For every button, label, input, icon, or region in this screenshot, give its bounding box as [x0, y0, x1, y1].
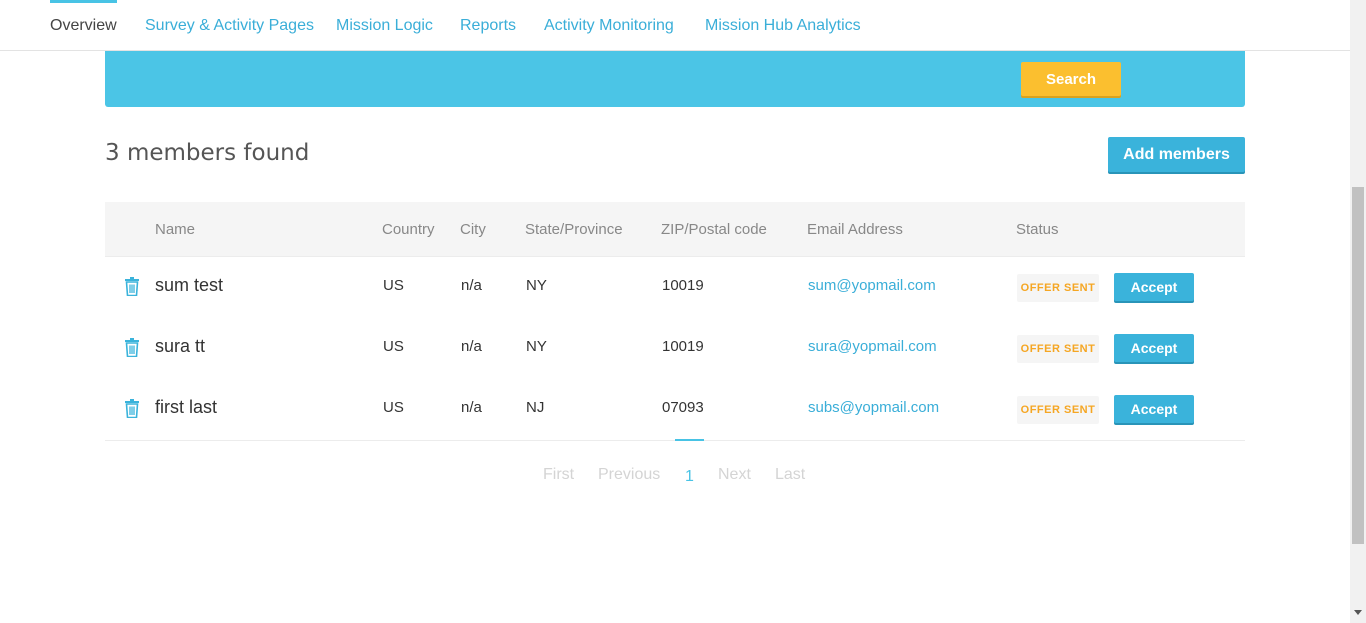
- member-zip: 10019: [662, 277, 704, 294]
- table-header: Name Country City State/Province ZIP/Pos…: [105, 202, 1245, 257]
- member-state: NJ: [526, 399, 545, 416]
- member-country: US: [383, 338, 404, 355]
- member-state: NY: [526, 277, 547, 294]
- accept-button[interactable]: Accept: [1114, 395, 1194, 423]
- table-row: first last US n/a NJ 07093 subs@yopmail.…: [105, 379, 1245, 440]
- member-zip: 07093: [662, 399, 704, 416]
- member-city: n/a: [461, 277, 482, 294]
- page-current[interactable]: 1: [685, 468, 694, 486]
- search-panel: Search: [105, 51, 1245, 107]
- page-last-link[interactable]: Last: [775, 466, 805, 484]
- trash-icon[interactable]: [124, 399, 140, 418]
- member-email-link[interactable]: sura@yopmail.com: [808, 338, 937, 355]
- page-first-link[interactable]: First: [543, 466, 574, 484]
- vertical-scrollbar[interactable]: [1350, 0, 1366, 623]
- column-header-zip[interactable]: ZIP/Postal code: [661, 202, 767, 257]
- member-name: first last: [155, 397, 218, 417]
- member-country: US: [383, 277, 404, 294]
- member-city: n/a: [461, 338, 482, 355]
- column-header-country[interactable]: Country: [382, 202, 435, 257]
- member-name: sura tt: [155, 336, 206, 356]
- tab-mission-hub-analytics[interactable]: Mission Hub Analytics: [705, 0, 861, 51]
- status-badge: OFFER SENT: [1017, 396, 1099, 424]
- search-button[interactable]: Search: [1021, 62, 1121, 96]
- trash-icon[interactable]: [124, 338, 140, 357]
- tab-reports[interactable]: Reports: [460, 0, 516, 51]
- member-city: n/a: [461, 399, 482, 416]
- accept-button[interactable]: Accept: [1114, 334, 1194, 362]
- member-country: US: [383, 399, 404, 416]
- accept-button[interactable]: Accept: [1114, 273, 1194, 301]
- page-previous-link[interactable]: Previous: [598, 466, 660, 484]
- table-row: sura tt US n/a NY 10019 sura@yopmail.com…: [105, 318, 1245, 379]
- member-email-link[interactable]: sum@yopmail.com: [808, 277, 936, 294]
- tab-overview[interactable]: Overview: [50, 0, 117, 51]
- add-members-button[interactable]: Add members: [1108, 137, 1245, 172]
- column-header-email[interactable]: Email Address: [807, 202, 903, 257]
- tab-survey-activity-pages[interactable]: Survey & Activity Pages: [145, 0, 314, 51]
- scrollbar-thumb[interactable]: [1352, 187, 1364, 544]
- top-navigation: Overview Survey & Activity Pages Mission…: [0, 0, 1350, 51]
- pagination: First Previous 1 Next Last: [0, 439, 1350, 488]
- column-header-status[interactable]: Status: [1016, 202, 1059, 257]
- status-badge: OFFER SENT: [1017, 335, 1099, 363]
- trash-icon[interactable]: [124, 277, 140, 296]
- member-email-link[interactable]: subs@yopmail.com: [808, 399, 939, 416]
- column-header-name[interactable]: Name: [155, 202, 195, 257]
- member-name: sum test: [155, 275, 224, 295]
- results-count: 3 members found: [105, 140, 310, 166]
- status-badge: OFFER SENT: [1017, 274, 1099, 302]
- member-state: NY: [526, 338, 547, 355]
- scroll-down-arrow-icon[interactable]: [1354, 610, 1362, 615]
- member-zip: 10019: [662, 338, 704, 355]
- members-table: Name Country City State/Province ZIP/Pos…: [105, 202, 1245, 441]
- tab-activity-monitoring[interactable]: Activity Monitoring: [544, 0, 674, 51]
- column-header-state[interactable]: State/Province: [525, 202, 623, 257]
- column-header-city[interactable]: City: [460, 202, 486, 257]
- page-next-link[interactable]: Next: [718, 466, 751, 484]
- tab-mission-logic[interactable]: Mission Logic: [336, 0, 433, 51]
- table-row: sum test US n/a NY 10019 sum@yopmail.com…: [105, 257, 1245, 318]
- current-page-indicator: [675, 439, 704, 441]
